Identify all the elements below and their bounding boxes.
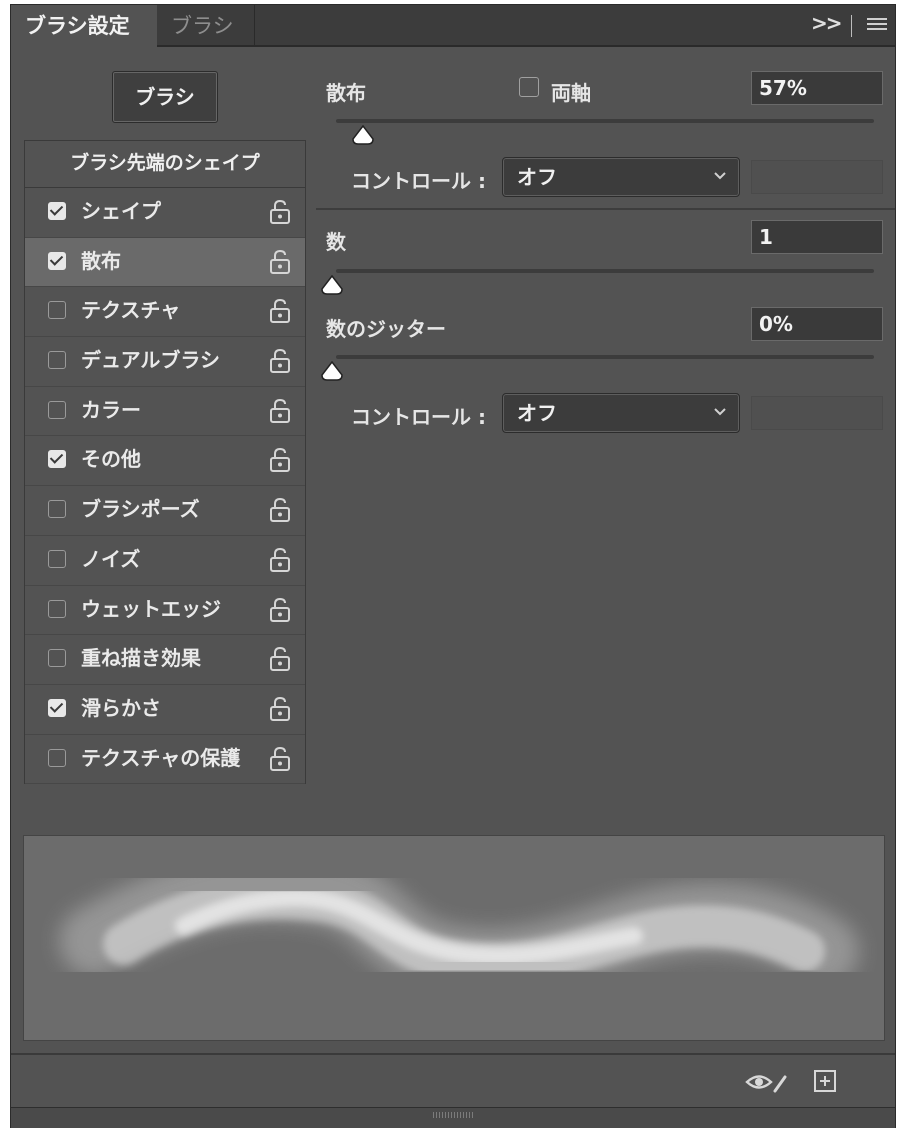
unlock-icon[interactable]: [269, 348, 291, 374]
unlock-icon[interactable]: [269, 398, 291, 424]
panel-resize-strip[interactable]: [11, 1107, 895, 1128]
tip-item-label: 散布: [81, 248, 121, 273]
tip-item[interactable]: シェイプ: [25, 188, 305, 238]
brush-presets-button[interactable]: ブラシ: [112, 71, 218, 123]
tab-bar: ブラシ設定 ブラシ >>: [11, 5, 895, 47]
tip-item[interactable]: テクスチャ: [25, 287, 305, 338]
scatter-label: 散布: [326, 81, 366, 105]
tip-item-checkbox[interactable]: [48, 549, 66, 568]
count-slider-thumb[interactable]: [320, 275, 344, 295]
tip-item-label: その他: [81, 447, 141, 472]
tip-item-checkbox[interactable]: [48, 251, 66, 270]
tip-item-checkbox[interactable]: [48, 450, 66, 469]
unlock-icon[interactable]: [269, 497, 291, 523]
hamburger-menu-icon[interactable]: [867, 18, 887, 33]
count-slider-track[interactable]: [336, 269, 874, 273]
brush-stroke-preview: [23, 835, 885, 1041]
tip-item-checkbox[interactable]: [48, 748, 66, 767]
scatter-slider-thumb[interactable]: [351, 125, 375, 145]
jitter-control-label: コントロール :: [351, 405, 486, 429]
tip-item-checkbox[interactable]: [48, 202, 66, 220]
stroke-preview-image: [59, 851, 859, 999]
count-label: 数: [326, 230, 346, 254]
tip-item-checkbox[interactable]: [48, 400, 66, 419]
tip-item[interactable]: ノイズ: [25, 536, 305, 586]
tip-item-label: カラー: [81, 397, 141, 422]
unlock-icon[interactable]: [269, 199, 291, 225]
section-divider: [316, 208, 895, 210]
brush-settings-panel: ブラシ設定 ブラシ >> ブラシ ブラシ先端のシェイプ シェイプ 散布 テクスチャデ…: [10, 4, 896, 1128]
tip-item-label: ウェットエッジ: [81, 596, 221, 621]
tip-item-checkbox[interactable]: [48, 698, 66, 717]
tip-item-checkbox[interactable]: [48, 301, 66, 320]
unlock-icon[interactable]: [269, 298, 291, 324]
panel-footer: [11, 1053, 895, 1109]
scatter-value-input[interactable]: 57%: [751, 71, 883, 105]
count-value-input[interactable]: 1: [751, 220, 883, 254]
unlock-icon[interactable]: [269, 547, 291, 573]
chevron-down-icon: [714, 172, 726, 180]
tip-item[interactable]: カラー: [25, 387, 305, 437]
tip-item-checkbox[interactable]: [48, 500, 66, 519]
count-jitter-value-input[interactable]: 0%: [751, 307, 883, 341]
both-axes-label: 両軸: [551, 81, 591, 105]
tab-separator: [851, 15, 852, 37]
scatter-control-extra-field: [751, 160, 883, 194]
scatter-control-dropdown[interactable]: オフ: [502, 157, 740, 197]
unlock-icon[interactable]: [269, 249, 291, 275]
tip-item[interactable]: デュアルブラシ: [25, 337, 305, 387]
tip-item-checkbox[interactable]: [48, 351, 66, 370]
scatter-slider-track[interactable]: [336, 119, 874, 123]
resize-grip-icon[interactable]: [433, 1112, 475, 1118]
tip-item-label: 滑らかさ: [81, 695, 161, 720]
jitter-control-dropdown[interactable]: オフ: [502, 393, 740, 433]
add-square-icon[interactable]: [813, 1069, 837, 1093]
tip-item-label: テクスチャの保護: [81, 745, 241, 770]
tab-brush-settings[interactable]: ブラシ設定: [11, 5, 157, 47]
count-jitter-slider-track[interactable]: [336, 355, 874, 359]
both-axes-checkbox[interactable]: [519, 77, 539, 97]
tip-item[interactable]: テクスチャの保護: [25, 735, 305, 785]
jitter-control-value: オフ: [517, 401, 557, 425]
tip-item-label: ブラシポーズ: [81, 497, 200, 522]
tip-item-label: ノイズ: [81, 546, 141, 571]
eye-brush-icon[interactable]: [745, 1069, 789, 1095]
tip-item-checkbox[interactable]: [48, 649, 66, 668]
tab-brush[interactable]: ブラシ: [157, 5, 255, 47]
tip-item-label: 重ね描き効果: [81, 646, 201, 671]
unlock-icon[interactable]: [269, 597, 291, 623]
tip-item[interactable]: 重ね描き効果: [25, 635, 305, 685]
unlock-icon[interactable]: [269, 746, 291, 772]
unlock-icon[interactable]: [269, 646, 291, 672]
tip-items: シェイプ散布テクスチャデュアルブラシ カラーその他ブラシポーズ ノイズウェットエッジ…: [25, 188, 305, 785]
count-jitter-label: 数のジッター: [326, 317, 446, 341]
jitter-control-extra-field: [751, 396, 883, 430]
scatter-control-value: オフ: [517, 165, 557, 189]
scatter-control-label: コントロール :: [351, 169, 486, 193]
tip-item[interactable]: 散布: [25, 237, 305, 288]
double-chevron-right-icon[interactable]: >>: [811, 11, 842, 35]
tip-item[interactable]: ウェットエッジ: [25, 586, 305, 636]
brush-tip-list: ブラシ先端のシェイプ シェイプ散布テクスチャデュアルブラシ カラーその他ブラシポー…: [24, 140, 306, 785]
tip-shape-header[interactable]: ブラシ先端のシェイプ: [25, 141, 305, 188]
chevron-down-icon: [714, 408, 726, 416]
tip-item[interactable]: ブラシポーズ: [25, 486, 305, 536]
tip-item-checkbox[interactable]: [48, 599, 66, 618]
unlock-icon[interactable]: [269, 696, 291, 722]
tip-item-label: テクスチャ: [81, 298, 181, 323]
tip-item[interactable]: その他: [25, 436, 305, 487]
tip-item-label: デュアルブラシ: [81, 348, 220, 373]
tip-item-label: シェイプ: [81, 199, 161, 223]
count-jitter-slider-thumb[interactable]: [320, 361, 344, 381]
tip-item[interactable]: 滑らかさ: [25, 685, 305, 735]
unlock-icon[interactable]: [269, 447, 291, 473]
